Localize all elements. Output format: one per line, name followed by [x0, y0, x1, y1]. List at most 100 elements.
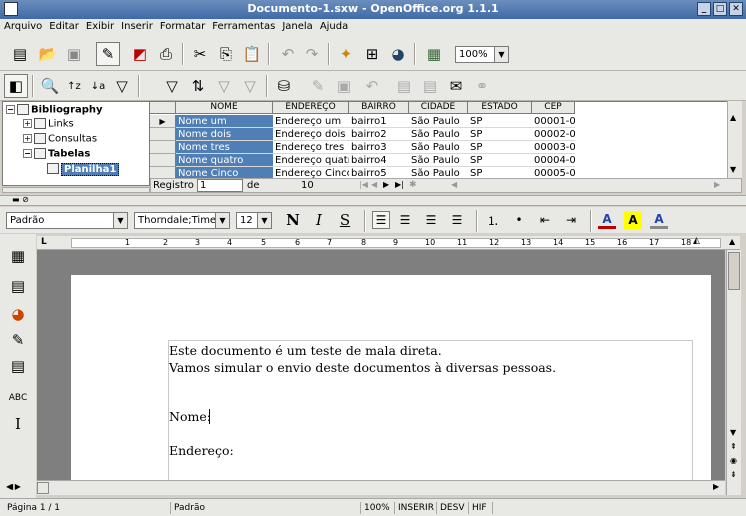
zoom-combo[interactable]: 100% ▼	[455, 46, 509, 63]
edit-file-icon[interactable]: ✎	[96, 42, 120, 66]
data-source-current-icon[interactable]: ⚭	[470, 74, 494, 98]
page-indicator[interactable]: Página 1 / 1	[4, 502, 60, 514]
grid-cell[interactable]: Endereço dois	[273, 128, 349, 141]
cut-icon[interactable]: ✂	[188, 42, 212, 66]
data-sources-icon[interactable]: ▦	[422, 42, 446, 66]
mail-merge-icon[interactable]: ✉	[444, 74, 468, 98]
grid-cell[interactable]: SP	[468, 154, 532, 167]
row-header[interactable]	[150, 128, 176, 141]
hyperlink-mode[interactable]: HIF	[468, 502, 487, 514]
indent-marker-icon[interactable]: ◭	[693, 236, 700, 246]
export-pdf-icon[interactable]: ◩	[128, 42, 152, 66]
paste-icon[interactable]: 📋	[240, 42, 264, 66]
grid-cell[interactable]: bairro2	[349, 128, 409, 141]
paragraph-style-combo[interactable]: Padrão ▼	[6, 212, 128, 229]
gallery-icon[interactable]: ◕	[386, 42, 410, 66]
font-color-icon[interactable]: A	[598, 211, 616, 229]
explorer-toggle-icon[interactable]: ◧	[4, 74, 28, 98]
standard-filter-icon[interactable]: ▽	[212, 74, 236, 98]
first-record-icon[interactable]: |◀	[359, 180, 368, 189]
data-to-text-icon[interactable]: ▤	[392, 74, 416, 98]
tree-scrollbar[interactable]	[2, 187, 150, 193]
align-center-icon[interactable]: ☰	[396, 211, 414, 229]
refresh-icon[interactable]: ⛁	[272, 74, 296, 98]
zoom-indicator[interactable]: 100%	[360, 502, 390, 514]
font-size-combo[interactable]: 12 ▼	[236, 212, 272, 229]
grid-cell[interactable]: 00004-0	[532, 154, 575, 167]
grid-cell[interactable]: Nome tres	[176, 141, 273, 154]
grid-cell[interactable]: Nome um	[176, 115, 273, 128]
scroll-up-icon[interactable]: ▲	[729, 237, 735, 246]
grid-cell[interactable]: São Paulo	[409, 154, 468, 167]
chevron-down-icon[interactable]: ▼	[257, 213, 271, 228]
grid-cell[interactable]: SP	[468, 141, 532, 154]
column-header-estado[interactable]: ESTADO	[468, 102, 532, 114]
new-record-icon[interactable]: ✱	[409, 180, 417, 190]
save-icon[interactable]: ▣	[62, 42, 86, 66]
scroll-right-icon[interactable]: ▶	[713, 482, 719, 491]
previous-page-icon[interactable]: ⇞	[730, 442, 737, 451]
menu-editar[interactable]: Editar	[45, 19, 82, 32]
align-justify-icon[interactable]: ☰	[448, 211, 466, 229]
maximize-button[interactable]: □	[713, 2, 727, 16]
align-right-icon[interactable]: ☰	[422, 211, 440, 229]
grid-cell[interactable]: bairro1	[349, 115, 409, 128]
insert-objects-icon[interactable]: ◕	[6, 302, 30, 326]
document-line[interactable]: Vamos simular o envio deste documentos à…	[169, 360, 556, 375]
bullets-icon[interactable]: •	[510, 211, 528, 229]
tree-item-links[interactable]: + Links	[23, 118, 74, 130]
column-header-cep[interactable]: CEP	[532, 102, 575, 114]
column-header-nome[interactable]: NOME	[176, 102, 273, 114]
increase-indent-icon[interactable]: ⇥	[562, 211, 580, 229]
row-header[interactable]	[150, 154, 176, 167]
beamer-splitter[interactable]: ▬ ⊘	[0, 195, 746, 206]
page-style[interactable]: Padrão	[170, 502, 205, 514]
grid-cell[interactable]: Endereço quatr	[273, 154, 349, 167]
menu-ferramentas[interactable]: Ferramentas	[208, 19, 278, 32]
grid-cell[interactable]: Endereço um	[273, 115, 349, 128]
horizontal-scrollbar[interactable]: ◀ ▶	[7, 480, 725, 495]
save-record-icon[interactable]: ▣	[332, 74, 356, 98]
scroll-down-icon[interactable]: ▼	[730, 165, 736, 174]
grid-vertical-scrollbar[interactable]: ▲ ▼	[727, 101, 742, 178]
tree-item-bibliography[interactable]: − Bibliography	[6, 104, 103, 116]
undo-icon[interactable]: ↶	[276, 42, 300, 66]
grid-cell[interactable]: São Paulo	[409, 141, 468, 154]
tab-stop-icon[interactable]: L	[41, 237, 47, 247]
column-header-endereco[interactable]: ENDEREÇO	[273, 102, 349, 114]
document-line[interactable]: Nome:	[169, 409, 211, 424]
data-to-fields-icon[interactable]: ▤	[418, 74, 442, 98]
grid-cell[interactable]: SP	[468, 115, 532, 128]
insert-mode[interactable]: INSERIR	[394, 502, 434, 514]
underline-button[interactable]: S	[336, 211, 354, 229]
grid-cell[interactable]: 00001-0	[532, 115, 575, 128]
redo-icon[interactable]: ↷	[300, 42, 324, 66]
minimize-button[interactable]: _	[697, 2, 711, 16]
current-row-indicator[interactable]: ▶	[150, 115, 176, 128]
autofilter-icon[interactable]: ▽	[110, 74, 134, 98]
menu-exibir[interactable]: Exibir	[82, 19, 117, 32]
align-left-icon[interactable]: ☰	[372, 211, 390, 229]
tree-item-tabelas[interactable]: − Tabelas	[23, 148, 90, 160]
record-number-field[interactable]: 1	[197, 179, 243, 192]
next-record-icon[interactable]: ▶	[383, 180, 389, 189]
menu-ajuda[interactable]: Ajuda	[316, 19, 351, 32]
scroll-down-icon[interactable]: ▼	[730, 428, 736, 437]
sort-descending-icon[interactable]: ↓a	[86, 74, 110, 98]
undo-record-icon[interactable]: ↶	[360, 74, 384, 98]
spellcheck-icon[interactable]: ABC	[6, 386, 30, 410]
vertical-scrollbar[interactable]: ▼ ⇞ ◉ ⇟	[726, 250, 741, 495]
tree-item-planilha1[interactable]: Planilha1	[47, 162, 120, 176]
scroll-thumb[interactable]	[37, 482, 49, 494]
menu-formatar[interactable]: Formatar	[156, 19, 208, 32]
grid-cell[interactable]: bairro4	[349, 154, 409, 167]
remove-filter-icon[interactable]: ▽	[238, 74, 262, 98]
numbering-icon[interactable]: ⒈	[484, 211, 502, 229]
grid-cell[interactable]: Endereço tres	[273, 141, 349, 154]
horizontal-ruler[interactable]: L 1 2 3 4 5 6 7 8 9 10 11 12 13 14 15 16…	[37, 236, 740, 250]
grid-cell[interactable]: São Paulo	[409, 128, 468, 141]
document-line[interactable]: Endereço:	[169, 443, 234, 458]
last-record-icon[interactable]: ▶|	[395, 180, 404, 189]
chevron-down-icon[interactable]: ▼	[113, 213, 127, 228]
filter-icon[interactable]: ▽	[160, 74, 184, 98]
